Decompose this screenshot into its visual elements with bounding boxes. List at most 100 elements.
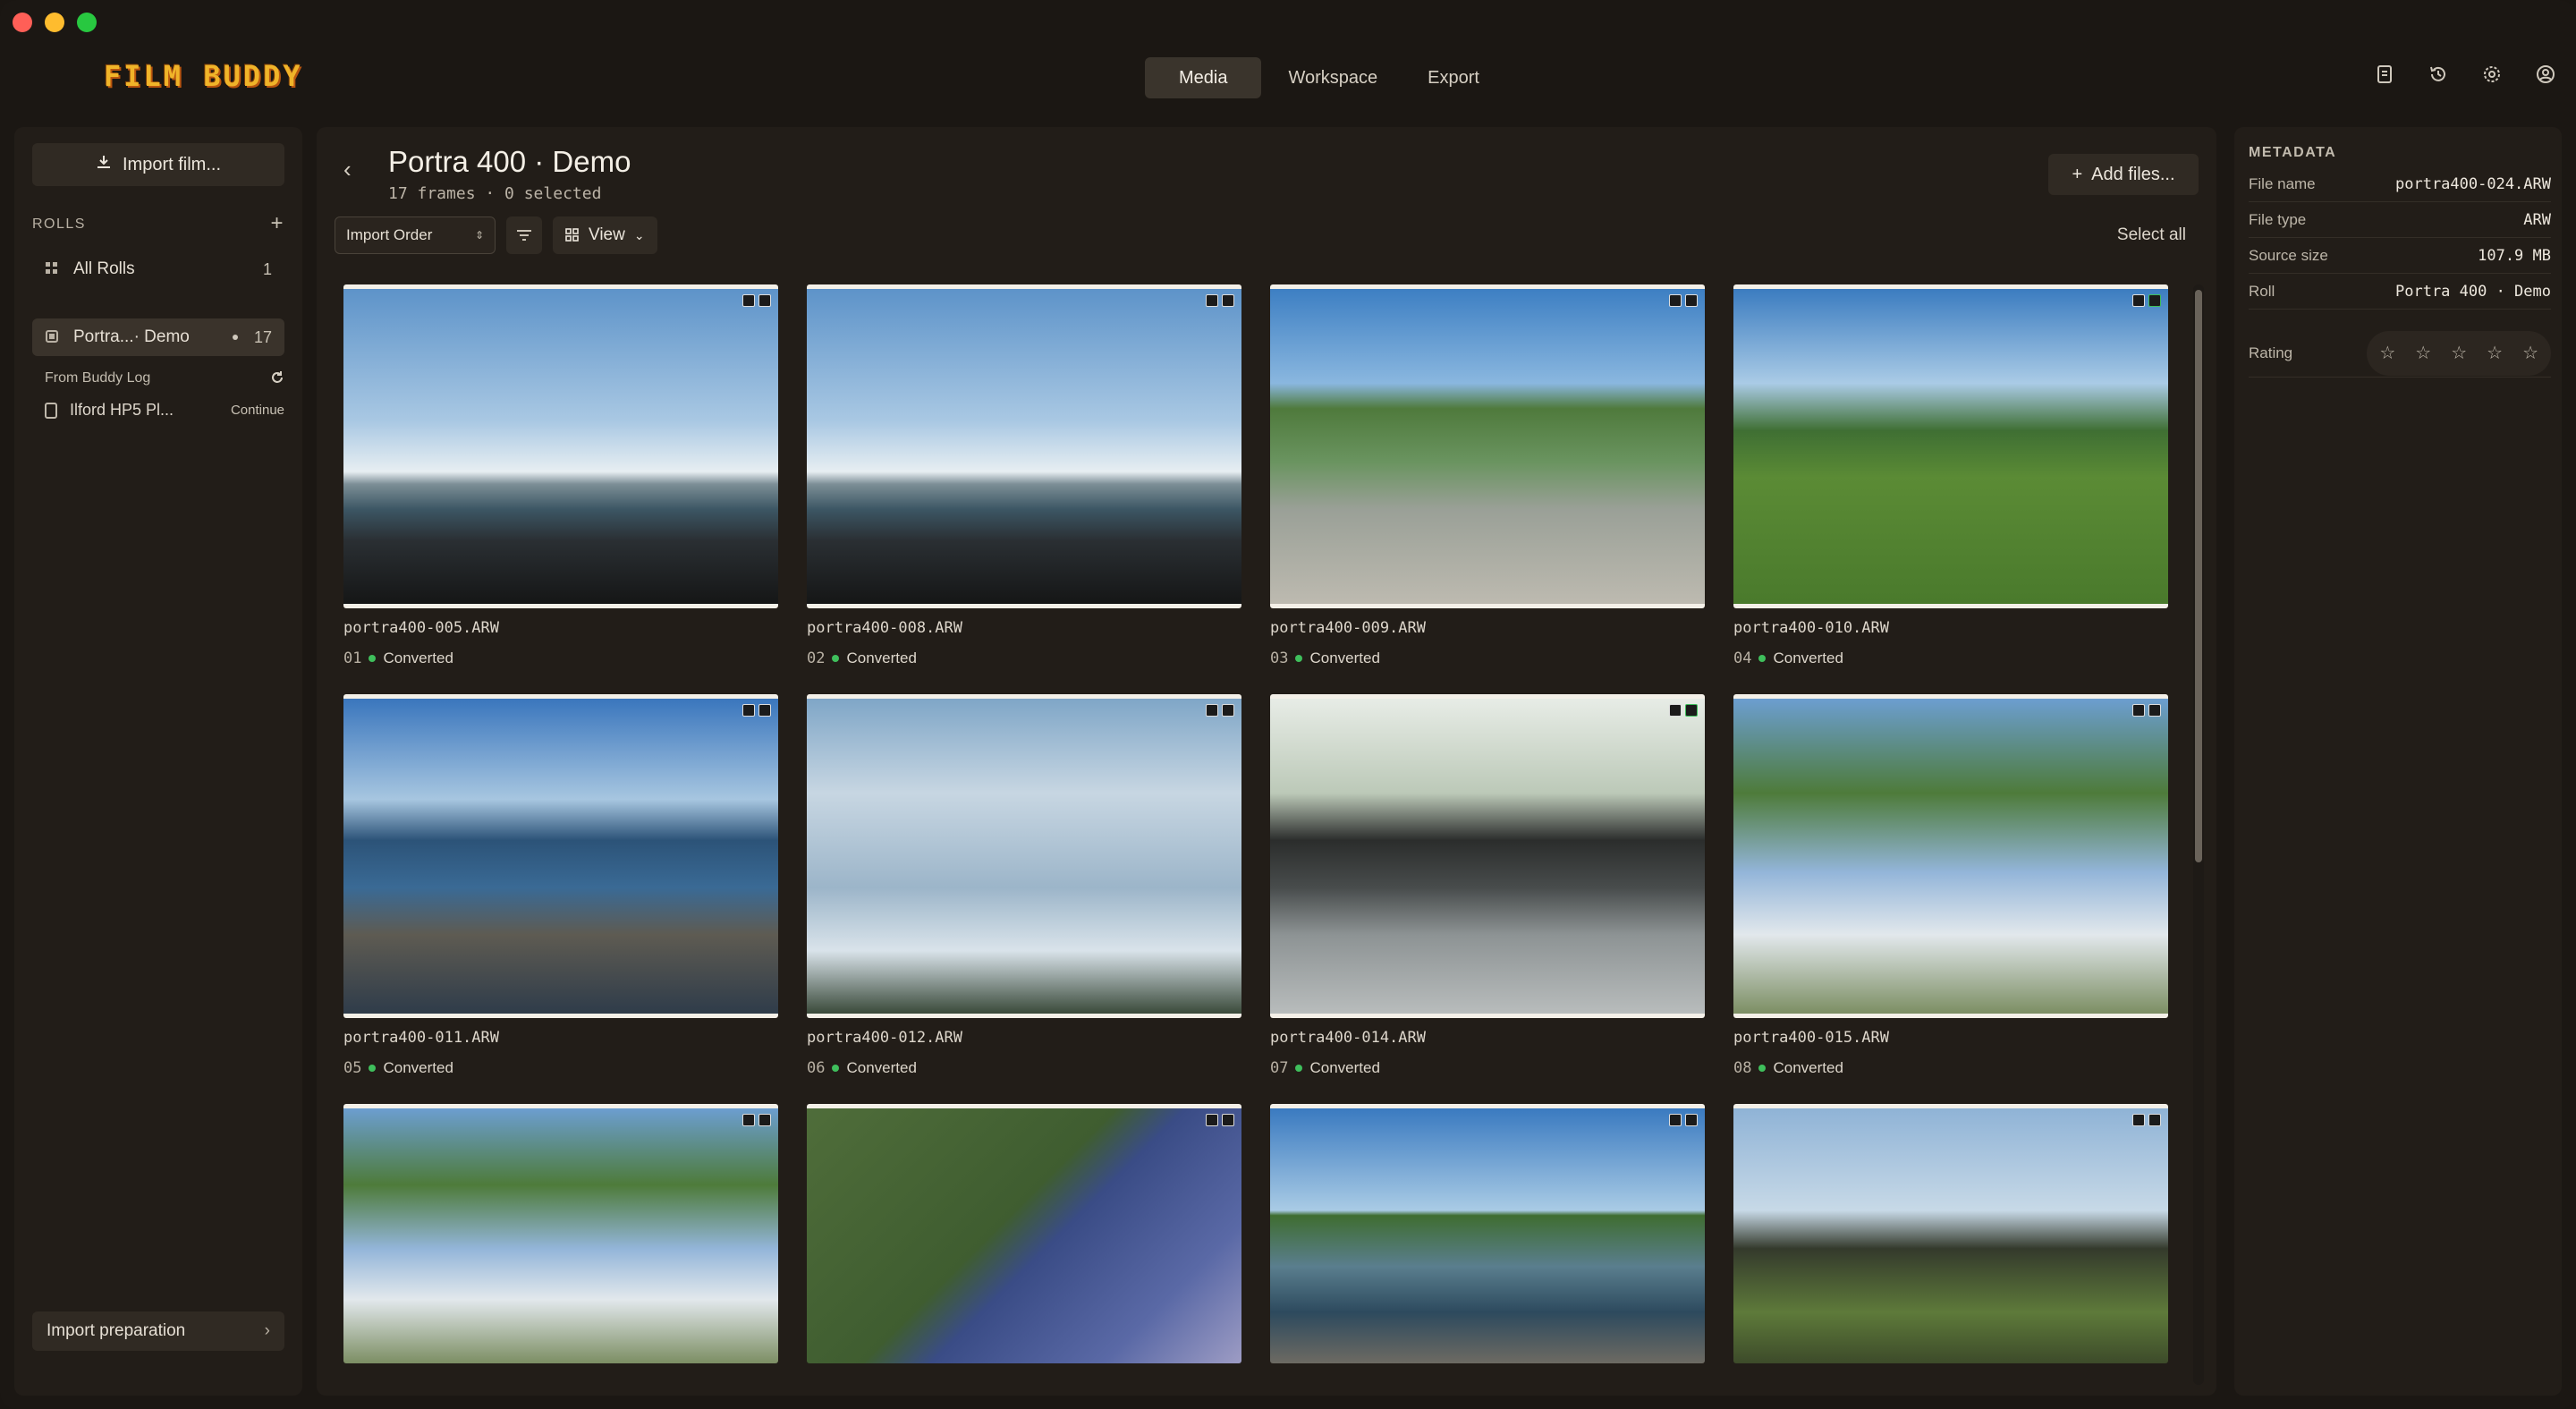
zoom-window-button[interactable] <box>77 13 97 32</box>
grid-icon <box>45 261 61 277</box>
tab-workspace[interactable]: Workspace <box>1268 57 1397 98</box>
meta-value: 107.9 MB <box>2478 246 2551 265</box>
raw-badge-icon <box>1206 704 1218 717</box>
frame-card[interactable]: portra400-014.ARW 07 Converted <box>1270 694 1705 1077</box>
frame-thumbnail[interactable] <box>343 1104 778 1363</box>
frame-card[interactable] <box>807 1104 1241 1363</box>
refresh-icon[interactable] <box>270 370 284 389</box>
app-window: FILM BUDDY Media Workspace Export Import… <box>0 0 2576 1409</box>
tab-export[interactable]: Export <box>1404 57 1503 98</box>
account-icon[interactable] <box>2535 64 2556 86</box>
sidebar-item-active-roll[interactable]: Portra...· Demo 17 <box>32 318 284 356</box>
frame-badges <box>2132 294 2161 307</box>
frame-badges <box>1206 704 1234 717</box>
add-files-button[interactable]: + Add files... <box>2048 154 2199 195</box>
metadata-panel: METADATA File name portra400-024.ARW Fil… <box>2234 127 2562 1396</box>
frame-card[interactable] <box>1270 1104 1705 1363</box>
rolls-sidebar: Import film... ROLLS + All Rolls 1 Portr… <box>14 127 302 1396</box>
frame-card[interactable]: portra400-011.ARW 05 Converted <box>343 694 778 1077</box>
meta-roll: Roll Portra 400 · Demo <box>2249 274 2551 310</box>
sync-badge-icon <box>1685 294 1698 307</box>
frame-filename: portra400-012.ARW <box>807 1029 962 1047</box>
history-icon[interactable] <box>2428 64 2449 86</box>
frame-grid: portra400-005.ARW 01 Converted portra400-00… <box>343 284 2170 1363</box>
frame-thumbnail[interactable] <box>1733 694 2168 1018</box>
frame-filename: portra400-015.ARW <box>1733 1029 1889 1047</box>
raw-badge-icon <box>2132 1114 2145 1126</box>
sync-badge-icon <box>1222 704 1234 717</box>
star-icon[interactable]: ☆ <box>2415 342 2431 364</box>
frame-card[interactable]: portra400-005.ARW 01 Converted <box>343 284 778 667</box>
sidebar-item-all-rolls[interactable]: All Rolls 1 <box>32 250 284 288</box>
frame-thumbnail[interactable] <box>1733 284 2168 608</box>
sync-badge-icon <box>758 1114 771 1126</box>
frame-status-label: Converted <box>1773 649 1843 666</box>
frame-number: 01 <box>343 649 362 667</box>
frame-number: 03 <box>1270 649 1289 667</box>
frame-badges <box>742 1114 771 1126</box>
raw-badge-icon <box>742 1114 755 1126</box>
frame-thumbnail[interactable] <box>1733 1104 2168 1363</box>
continue-button[interactable]: Continue <box>231 403 284 418</box>
view-menu-button[interactable]: View ⌄ <box>553 216 657 254</box>
star-icon[interactable]: ☆ <box>2451 342 2467 364</box>
meta-file-type: File type ARW <box>2249 202 2551 238</box>
add-roll-icon[interactable]: + <box>270 213 284 234</box>
buddy-log-item[interactable]: Ilford HP5 Pl... Continue <box>45 401 284 420</box>
log-icon[interactable] <box>2374 64 2395 86</box>
frame-card[interactable] <box>1733 1104 2168 1363</box>
frame-status-label: Converted <box>383 649 453 666</box>
frame-badges <box>742 294 771 307</box>
tab-media[interactable]: Media <box>1145 57 1262 98</box>
frame-badges <box>1206 294 1234 307</box>
frame-card[interactable]: portra400-008.ARW 02 Converted <box>807 284 1241 667</box>
star-icon[interactable]: ☆ <box>2487 342 2503 364</box>
frame-card[interactable]: portra400-009.ARW 03 Converted <box>1270 284 1705 667</box>
meta-key: File name <box>2249 174 2316 192</box>
plus-icon: + <box>2072 164 2083 184</box>
sync-badge-icon <box>2148 1114 2161 1126</box>
frame-thumbnail[interactable] <box>807 284 1241 608</box>
select-all-button[interactable]: Select all <box>2117 225 2186 245</box>
back-chevron-icon[interactable]: ‹ <box>343 156 352 183</box>
frame-thumbnail[interactable] <box>1270 284 1705 608</box>
status-dot <box>1758 1065 1767 1072</box>
star-rating[interactable]: ☆ ☆ ☆ ☆ ☆ <box>2367 330 2551 376</box>
frame-thumbnail[interactable] <box>1270 1104 1705 1363</box>
app-logo: FILM BUDDY <box>104 59 303 93</box>
frame-card[interactable]: portra400-010.ARW 04 Converted <box>1733 284 2168 667</box>
star-icon[interactable]: ☆ <box>2522 342 2538 364</box>
frame-thumbnail[interactable] <box>343 694 778 1018</box>
frame-number: 02 <box>807 649 826 667</box>
filter-button[interactable] <box>506 216 542 254</box>
frame-thumbnail[interactable] <box>807 694 1241 1018</box>
frame-count: 17 frames · 0 selected <box>388 184 602 203</box>
star-icon[interactable]: ☆ <box>2379 342 2395 364</box>
frame-card[interactable] <box>343 1104 778 1363</box>
minimize-window-button[interactable] <box>45 13 64 32</box>
gear-icon[interactable] <box>2481 64 2503 86</box>
close-window-button[interactable] <box>13 13 32 32</box>
status-dot <box>369 1065 377 1072</box>
sort-select[interactable]: Import Order ⇕ <box>335 216 496 254</box>
chevron-down-icon: ⌄ <box>633 227 645 242</box>
sync-badge-icon <box>1222 1114 1234 1126</box>
scrollbar-thumb[interactable] <box>2195 290 2202 862</box>
frame-status: 04 Converted <box>1733 649 2168 667</box>
import-film-label: Import film... <box>122 154 221 174</box>
buddy-item-label: Ilford HP5 Pl... <box>70 401 174 419</box>
frame-thumbnail[interactable] <box>343 284 778 608</box>
raw-badge-icon <box>742 294 755 307</box>
filter-icon <box>517 230 531 241</box>
frame-card[interactable]: portra400-012.ARW 06 Converted <box>807 694 1241 1077</box>
frame-status: 02 Converted <box>807 649 1241 667</box>
frame-thumbnail[interactable] <box>1270 694 1705 1018</box>
frame-thumbnail[interactable] <box>807 1104 1241 1363</box>
unsaved-dot <box>232 335 238 340</box>
frame-status: 05 Converted <box>343 1059 778 1077</box>
import-preparation-button[interactable]: Import preparation › <box>32 1311 284 1351</box>
frame-badges <box>1669 1114 1698 1126</box>
import-film-button[interactable]: Import film... <box>32 143 284 186</box>
meta-source-size: Source size 107.9 MB <box>2249 238 2551 274</box>
frame-card[interactable]: portra400-015.ARW 08 Converted <box>1733 694 2168 1077</box>
